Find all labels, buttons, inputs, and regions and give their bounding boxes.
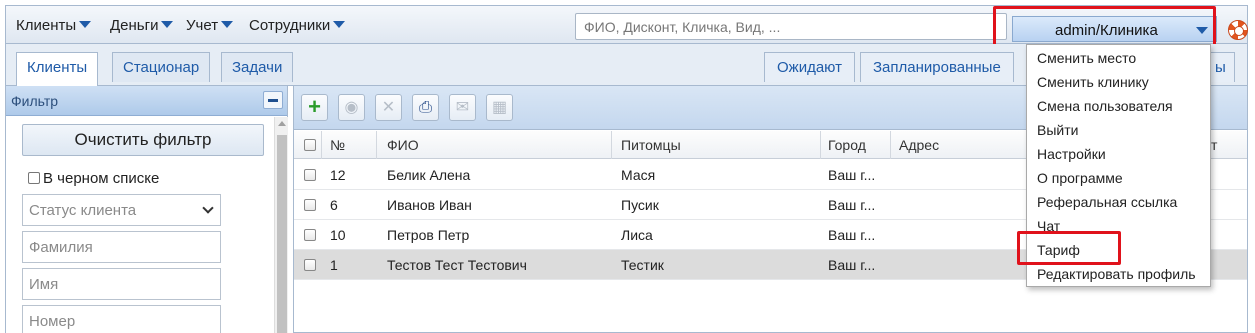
menu-employees-label: Сотрудники (249, 17, 331, 34)
delete-icon[interactable]: ✕ (375, 94, 402, 121)
column-divider (376, 131, 377, 159)
row-name: Белик Алена (387, 167, 471, 183)
row-city: Ваш г... (828, 257, 876, 273)
row-city: Ваш г... (828, 167, 876, 183)
col-number[interactable]: № (330, 137, 345, 153)
add-icon[interactable]: + (301, 94, 328, 121)
row-name: Петров Петр (387, 227, 470, 243)
row-number: 12 (330, 167, 346, 183)
filter-panel: Фильтр Очистить фильтр В черном списке С… (5, 86, 288, 333)
menu-money[interactable]: Деньги (110, 17, 174, 34)
column-divider (321, 131, 322, 159)
row-number: 10 (330, 227, 346, 243)
menu-item-settings[interactable]: Настройки (1037, 146, 1106, 162)
row-number: 6 (330, 197, 338, 213)
highlight-tariff (1017, 231, 1121, 265)
row-city: Ваш г... (828, 197, 876, 213)
tab-waiting[interactable]: Ожидают (764, 52, 855, 82)
clear-filter-button[interactable]: Очистить фильтр (22, 124, 264, 156)
menu-item-switch-user[interactable]: Смена пользователя (1037, 98, 1173, 114)
caret-down-icon (333, 21, 346, 28)
filter-scrollbar[interactable] (274, 117, 288, 333)
scroll-thumb[interactable] (277, 135, 287, 333)
tab-planned[interactable]: Запланированные (860, 52, 1014, 82)
row-checkbox[interactable] (304, 169, 316, 181)
column-divider (611, 131, 612, 159)
row-name: Иванов Иван (387, 197, 472, 213)
column-divider (890, 131, 891, 159)
calendar-icon[interactable]: ▦ (486, 94, 513, 121)
col-city[interactable]: Город (828, 137, 866, 153)
caret-down-icon (79, 21, 92, 28)
scroll-up-icon[interactable] (278, 121, 286, 126)
menu-item-edit-profile[interactable]: Редактировать профиль (1037, 266, 1196, 282)
menu-item-referral[interactable]: Реферальная ссылка (1037, 194, 1177, 210)
collapse-icon[interactable] (263, 91, 283, 109)
menu-employees[interactable]: Сотрудники (249, 17, 346, 34)
row-checkbox[interactable] (304, 229, 316, 241)
client-status-select[interactable]: Статус клиента (22, 194, 221, 226)
menu-item-logout[interactable]: Выйти (1037, 122, 1078, 138)
menu-money-label: Деньги (110, 17, 159, 34)
row-city: Ваш г... (828, 227, 876, 243)
select-all-checkbox[interactable] (304, 139, 316, 151)
menu-item-change-clinic[interactable]: Сменить клинику (1037, 74, 1149, 90)
search-input[interactable]: ФИО, Дисконт, Кличка, Вид, ... (575, 13, 1007, 40)
tab-tasks[interactable]: Задачи (221, 52, 294, 82)
col-name[interactable]: ФИО (387, 137, 419, 153)
menu-clients-label: Клиенты (16, 17, 77, 34)
print-icon[interactable]: ⎙ (412, 94, 439, 121)
caret-down-icon (161, 21, 174, 28)
tab-clients[interactable]: Клиенты (16, 52, 99, 86)
client-status-placeholder: Статус клиента (29, 202, 137, 219)
chevron-down-icon (202, 202, 214, 214)
caret-down-icon (221, 21, 234, 28)
row-checkbox[interactable] (304, 259, 316, 271)
tab-hospital[interactable]: Стационар (112, 52, 211, 82)
number-field[interactable]: Номер (22, 305, 221, 333)
lifebuoy-help-icon[interactable] (1228, 20, 1248, 40)
row-pets: Мася (621, 167, 656, 183)
mail-icon[interactable]: ✉ (449, 94, 476, 121)
firstname-field[interactable]: Имя (22, 268, 221, 300)
blacklist-checkbox[interactable] (28, 172, 40, 184)
row-checkbox[interactable] (304, 199, 316, 211)
col-pets[interactable]: Питомцы (621, 137, 681, 153)
row-pets: Лиса (621, 227, 653, 243)
blacklist-checkbox-row[interactable]: В черном списке (28, 170, 159, 187)
filter-title: Фильтр (11, 93, 59, 109)
menu-clients[interactable]: Клиенты (16, 17, 92, 34)
lastname-field[interactable]: Фамилия (22, 231, 221, 263)
menu-item-change-place[interactable]: Сменить место (1037, 50, 1136, 66)
column-divider (820, 131, 821, 159)
blacklist-label: В черном списке (43, 170, 160, 187)
menu-accounting-label: Учет (186, 17, 219, 34)
col-address[interactable]: Адрес (899, 137, 939, 153)
highlight-user-menu (993, 6, 1216, 48)
view-icon[interactable]: ◉ (338, 94, 365, 121)
row-number: 1 (330, 257, 338, 273)
menu-accounting[interactable]: Учет (186, 17, 234, 34)
col-other[interactable]: т (1211, 137, 1217, 153)
row-name: Тестов Тест Тестович (387, 257, 527, 273)
filter-header: Фильтр (6, 86, 287, 116)
row-pets: Тестик (621, 257, 664, 273)
menu-item-about[interactable]: О программе (1037, 170, 1123, 186)
row-pets: Пусик (621, 197, 659, 213)
